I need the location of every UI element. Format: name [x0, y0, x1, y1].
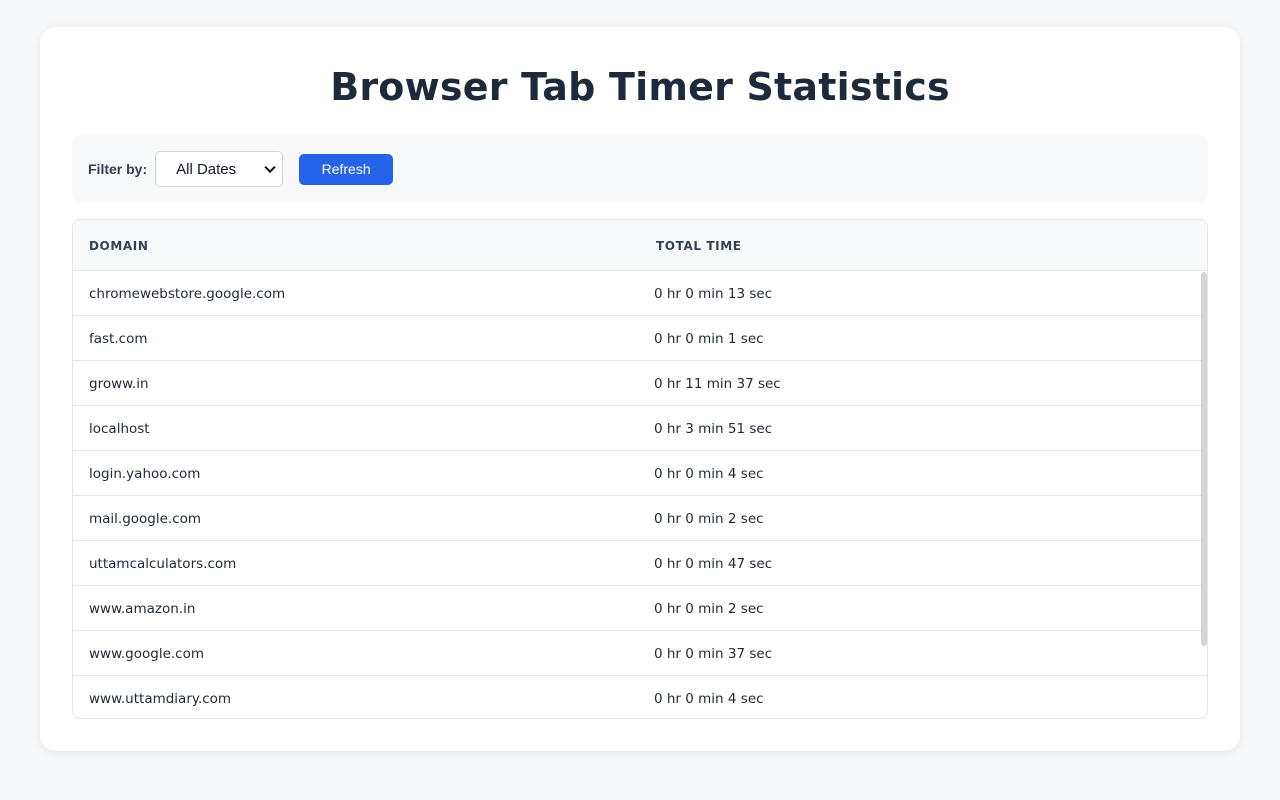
table-row: localhost 0 hr 3 min 51 sec — [73, 406, 1207, 451]
scrollbar-thumb[interactable] — [1201, 272, 1207, 646]
table-row: www.google.com 0 hr 0 min 37 sec — [73, 631, 1207, 676]
filter-label: Filter by: — [88, 161, 148, 177]
refresh-button[interactable]: Refresh — [299, 153, 394, 185]
domain-cell: fast.com — [89, 331, 148, 347]
domain-cell: localhost — [89, 421, 150, 437]
stats-table: DOMAIN TOTAL TIME chromewebstore.google.… — [72, 219, 1208, 719]
table-row: www.uttamdiary.com 0 hr 0 min 4 sec — [73, 676, 1207, 718]
time-cell: 0 hr 0 min 4 sec — [654, 466, 764, 482]
time-cell: 0 hr 0 min 4 sec — [654, 691, 764, 707]
table-row: www.amazon.in 0 hr 0 min 2 sec — [73, 586, 1207, 631]
filter-bar: Filter by: All Dates Refresh — [72, 135, 1208, 203]
column-header-domain: DOMAIN — [89, 239, 149, 253]
time-cell: 0 hr 3 min 51 sec — [654, 421, 773, 437]
column-header-total-time: TOTAL TIME — [656, 239, 742, 253]
time-cell: 0 hr 0 min 1 sec — [654, 331, 764, 347]
domain-cell: www.google.com — [89, 646, 205, 662]
time-cell: 0 hr 0 min 2 sec — [654, 601, 764, 617]
table-row: chromewebstore.google.com 0 hr 0 min 13 … — [73, 271, 1207, 316]
time-cell: 0 hr 11 min 37 sec — [654, 376, 781, 392]
chevron-down-icon — [264, 161, 276, 174]
domain-cell: chromewebstore.google.com — [89, 286, 286, 302]
table-row: login.yahoo.com 0 hr 0 min 4 sec — [73, 451, 1207, 496]
page-title: Browser Tab Timer Statistics — [330, 65, 950, 109]
table-row: uttamcalculators.com 0 hr 0 min 47 sec — [73, 541, 1207, 586]
table-header: DOMAIN TOTAL TIME — [73, 220, 1207, 271]
domain-cell: login.yahoo.com — [89, 466, 201, 482]
time-cell: 0 hr 0 min 2 sec — [654, 511, 764, 527]
domain-cell: mail.google.com — [89, 511, 202, 527]
table-row: groww.in 0 hr 11 min 37 sec — [73, 361, 1207, 406]
time-cell: 0 hr 0 min 13 sec — [654, 286, 773, 302]
date-filter-value: All Dates — [176, 160, 237, 178]
time-cell: 0 hr 0 min 37 sec — [654, 646, 773, 662]
date-filter-select[interactable]: All Dates — [155, 151, 284, 187]
domain-cell: groww.in — [89, 376, 149, 392]
table-body[interactable]: chromewebstore.google.com 0 hr 0 min 13 … — [73, 271, 1207, 718]
stats-card: Browser Tab Timer Statistics Filter by: … — [40, 27, 1240, 751]
domain-cell: uttamcalculators.com — [89, 556, 237, 572]
domain-cell: www.uttamdiary.com — [89, 691, 232, 707]
table-row: mail.google.com 0 hr 0 min 2 sec — [73, 496, 1207, 541]
time-cell: 0 hr 0 min 47 sec — [654, 556, 773, 572]
domain-cell: www.amazon.in — [89, 601, 196, 617]
table-row: fast.com 0 hr 0 min 1 sec — [73, 316, 1207, 361]
